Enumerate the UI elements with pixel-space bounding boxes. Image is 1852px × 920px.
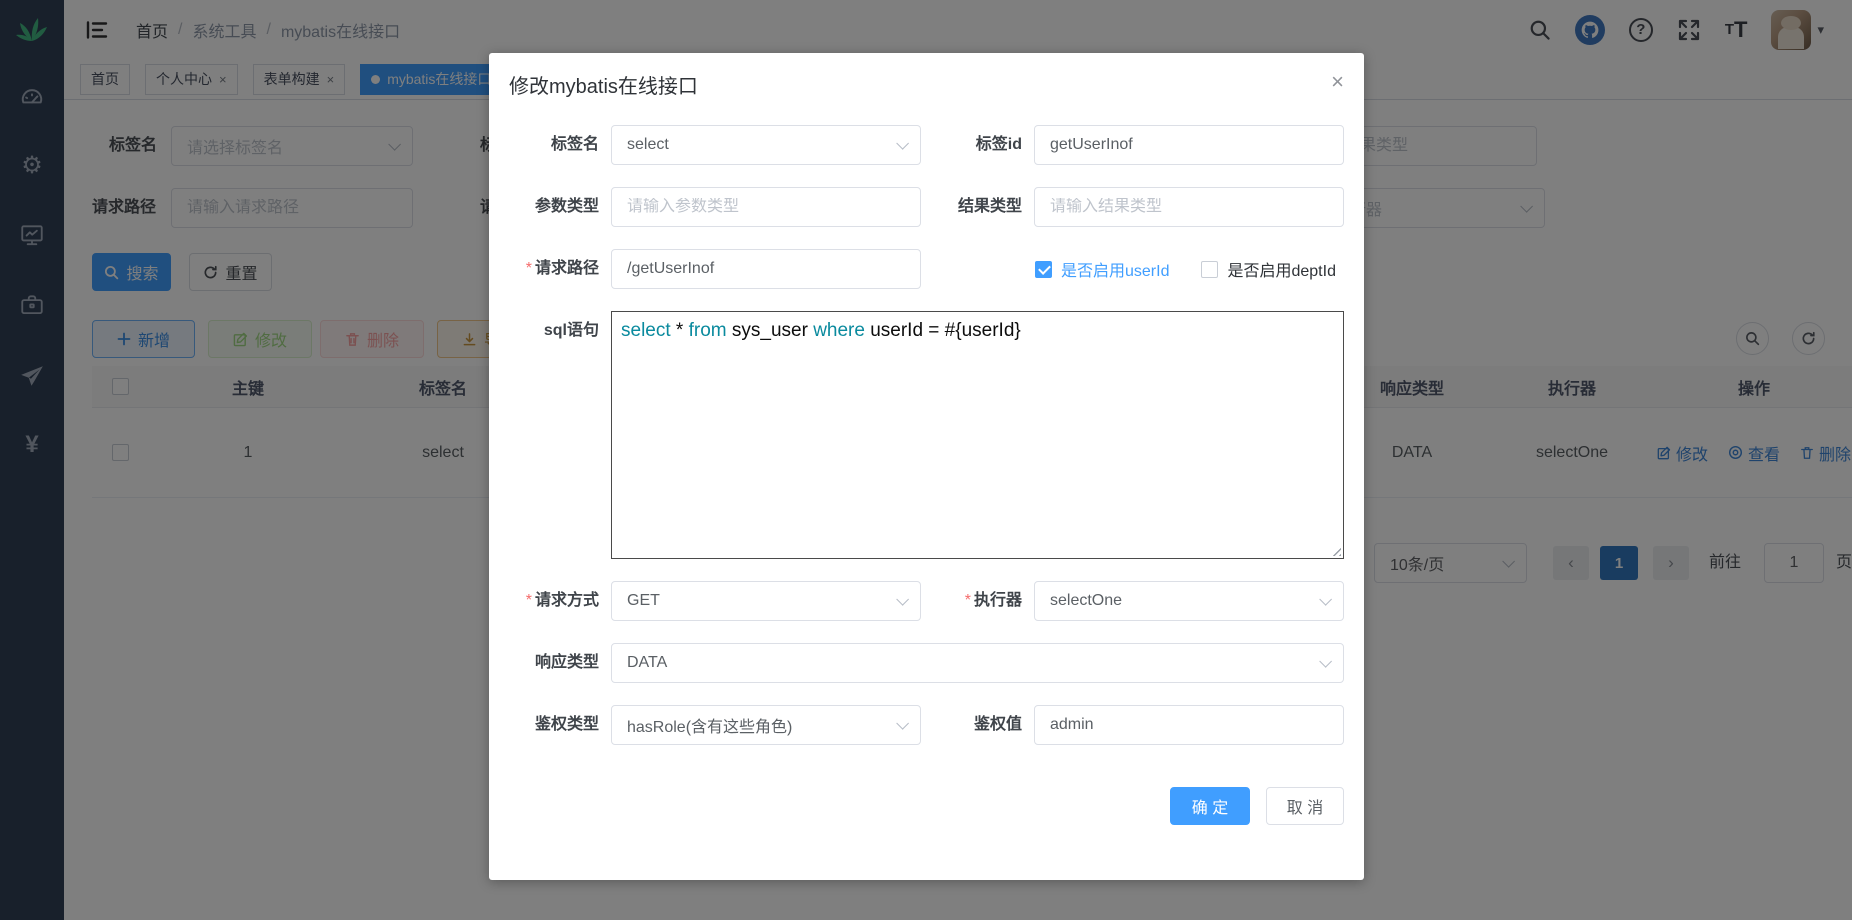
chevron-down-icon bbox=[1319, 593, 1332, 606]
sql-keyword: from bbox=[689, 320, 727, 341]
executor-select[interactable]: selectOne bbox=[1034, 581, 1344, 621]
response-type-label: 响应类型 bbox=[509, 643, 611, 683]
cancel-button[interactable]: 取 消 bbox=[1266, 787, 1344, 825]
required-mark: * bbox=[526, 260, 532, 277]
confirm-button[interactable]: 确 定 bbox=[1170, 787, 1250, 825]
form-row: sql语句 select * from sys_user where userI… bbox=[509, 311, 1344, 559]
request-path-field[interactable] bbox=[627, 260, 905, 278]
checkbox-checked-icon[interactable] bbox=[1035, 261, 1052, 278]
param-type-label: 参数类型 bbox=[509, 187, 611, 227]
checkbox-label: 是否启用deptId bbox=[1227, 257, 1336, 281]
select-value: hasRole(含有这些角色) bbox=[627, 713, 792, 737]
sql-editor[interactable]: select * from sys_user where userId = #{… bbox=[611, 311, 1344, 559]
tag-id-input[interactable] bbox=[1034, 125, 1344, 165]
tag-id-label: 标签id bbox=[921, 125, 1034, 165]
label-text: 执行器 bbox=[974, 592, 1022, 609]
auth-value-label: 鉴权值 bbox=[921, 705, 1034, 745]
dialog-footer: 确 定 取 消 bbox=[509, 787, 1344, 825]
app: ⚙ ¥ 首页 / 系统工具 bbox=[0, 0, 1852, 920]
request-method-select[interactable]: GET bbox=[611, 581, 921, 621]
auth-type-label: 鉴权类型 bbox=[509, 705, 611, 745]
sql-keyword: select bbox=[621, 320, 671, 341]
edit-mybatis-api-dialog: 修改mybatis在线接口 × 标签名 select 标签id 参数类型 结果类… bbox=[489, 53, 1364, 880]
form-row: *请求路径 是否启用userId 是否启用deptId bbox=[509, 249, 1344, 289]
dialog-title: 修改mybatis在线接口 bbox=[509, 73, 1344, 101]
label-text: 请求路径 bbox=[535, 260, 599, 277]
select-value: select bbox=[627, 136, 669, 154]
param-type-input[interactable] bbox=[611, 187, 921, 227]
response-type-select[interactable]: DATA bbox=[611, 643, 1344, 683]
form-row: 响应类型 DATA bbox=[509, 643, 1344, 683]
request-path-label: *请求路径 bbox=[509, 249, 611, 289]
auth-type-select[interactable]: hasRole(含有这些角色) bbox=[611, 705, 921, 745]
sql-text: userId = #{userId} bbox=[865, 320, 1021, 341]
chevron-down-icon bbox=[896, 137, 909, 150]
tag-name-select[interactable]: select bbox=[611, 125, 921, 165]
enable-userid-checkbox[interactable]: 是否启用userId bbox=[1035, 257, 1169, 281]
required-mark: * bbox=[526, 592, 532, 609]
form-row: 标签名 select 标签id bbox=[509, 125, 1344, 165]
resize-handle[interactable] bbox=[1330, 545, 1341, 556]
tag-name-label: 标签名 bbox=[509, 125, 611, 165]
sql-keyword: where bbox=[813, 320, 865, 341]
close-icon[interactable]: × bbox=[1331, 71, 1344, 93]
executor-label: *执行器 bbox=[921, 581, 1034, 621]
form-row: *请求方式 GET *执行器 selectOne bbox=[509, 581, 1344, 621]
result-type-label: 结果类型 bbox=[921, 187, 1034, 227]
form-row: 参数类型 结果类型 bbox=[509, 187, 1344, 227]
chevron-down-icon bbox=[1319, 655, 1332, 668]
checkbox-unchecked-icon[interactable] bbox=[1201, 261, 1218, 278]
chevron-down-icon bbox=[896, 593, 909, 606]
enable-deptid-checkbox[interactable]: 是否启用deptId bbox=[1201, 257, 1336, 281]
required-mark: * bbox=[965, 592, 971, 609]
request-path-input[interactable] bbox=[611, 249, 921, 289]
select-value: selectOne bbox=[1050, 592, 1122, 610]
enable-flags: 是否启用userId 是否启用deptId bbox=[1035, 249, 1336, 289]
auth-value-field[interactable] bbox=[1050, 716, 1328, 734]
result-type-field[interactable] bbox=[1050, 198, 1328, 216]
param-type-field[interactable] bbox=[627, 198, 905, 216]
tag-id-field[interactable] bbox=[1050, 136, 1328, 154]
label-text: 请求方式 bbox=[535, 592, 599, 609]
form-row: 鉴权类型 hasRole(含有这些角色) 鉴权值 bbox=[509, 705, 1344, 745]
dialog-form: 标签名 select 标签id 参数类型 结果类型 bbox=[509, 125, 1344, 825]
select-value: DATA bbox=[627, 654, 667, 672]
request-method-label: *请求方式 bbox=[509, 581, 611, 621]
chevron-down-icon bbox=[896, 717, 909, 730]
sql-text: * bbox=[671, 320, 689, 341]
auth-value-input[interactable] bbox=[1034, 705, 1344, 745]
sql-label: sql语句 bbox=[509, 311, 611, 351]
select-value: GET bbox=[627, 592, 660, 610]
sql-text: sys_user bbox=[727, 320, 814, 341]
checkbox-label: 是否启用userId bbox=[1061, 257, 1169, 281]
result-type-input[interactable] bbox=[1034, 187, 1344, 227]
